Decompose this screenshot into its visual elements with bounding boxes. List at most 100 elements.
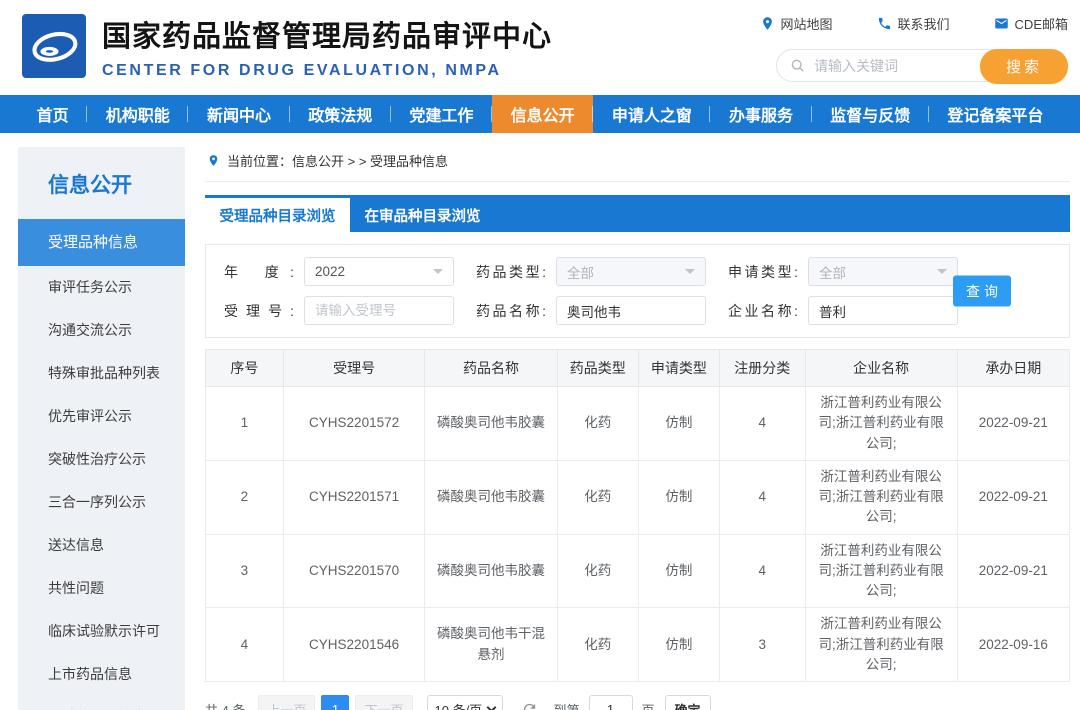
sidebar-item[interactable]: 送达信息 [18,524,185,567]
cell-index: 2 [206,460,284,534]
cell-accept-no: CYHS2201571 [283,460,425,534]
nav-item[interactable]: 新闻中心 [188,95,289,133]
sidebar-item[interactable]: 沟通交流公示 [18,309,185,352]
cell-apply-type: 仿制 [638,534,719,608]
nav-item[interactable]: 党建工作 [391,95,492,133]
confirm-button[interactable]: 确定 [665,695,711,710]
cell-reg-class: 4 [720,387,806,461]
tab[interactable]: 在审品种目录浏览 [350,198,495,232]
site-title: 国家药品监督管理局药品审评中心 [102,13,552,55]
contact-link[interactable]: 联系我们 [877,14,950,33]
site-subtitle: CENTER FOR DRUG EVALUATION, NMPA [102,62,552,80]
refresh-button[interactable] [521,701,538,710]
nav-item[interactable]: 办事服务 [710,95,811,133]
cell-accept-no: CYHS2201546 [283,608,425,682]
table-row[interactable]: 3 CYHS2201570 磷酸奥司他韦胶囊 化药 仿制 4 浙江普利药业有限公… [206,534,1070,608]
cell-company: 浙江普利药业有限公司;浙江普利药业有限公司; [805,460,957,534]
next-page-button[interactable]: 下一页 [355,695,412,710]
cell-accept-no: CYHS2201570 [283,534,425,608]
cell-drug-name: 磷酸奥司他韦胶囊 [425,534,557,608]
table-row[interactable]: 2 CYHS2201571 磷酸奥司他韦胶囊 化药 仿制 4 浙江普利药业有限公… [206,460,1070,534]
nav-item[interactable]: 首页 [18,95,87,133]
chevron-down-icon [433,269,443,279]
cell-drug-type: 化药 [557,387,638,461]
sidebar-item[interactable]: 共性问题 [18,567,185,610]
cell-drug-type: 化药 [557,460,638,534]
sidebar-item[interactable]: 特殊审批品种列表 [18,352,185,395]
site-title-block: 国家药品监督管理局药品审评中心 CENTER FOR DRUG EVALUATI… [102,13,552,80]
sidebar-item[interactable]: 原辅包登记信息 [18,696,185,710]
cell-drug-name: 磷酸奥司他韦干混悬剂 [425,608,557,682]
nav-item[interactable]: 机构职能 [87,95,188,133]
table-body: 1 CYHS2201572 磷酸奥司他韦胶囊 化药 仿制 4 浙江普利药业有限公… [206,387,1070,682]
cell-accept-no: CYHS2201572 [283,387,425,461]
content-area: 信息公开 受理品种信息 审评任务公示 沟通交流公示 特殊审批品种列表 优先审评公… [0,133,1080,710]
drug-type-filter: 药品类型: 全部 [476,257,706,286]
chevron-down-icon [685,269,695,279]
site-header: 国家药品监督管理局药品审评中心 CENTER FOR DRUG EVALUATI… [0,0,1080,95]
sidebar-item[interactable]: 审评任务公示 [18,266,185,309]
prev-page-button[interactable]: 上一页 [258,695,315,710]
sidebar-item[interactable]: 临床试验默示许可 [18,610,185,653]
accept-no-filter: 受理号: [224,296,454,325]
cell-apply-type: 仿制 [638,608,719,682]
column-header: 药品类型 [557,350,638,387]
goto-page-input[interactable] [589,695,633,710]
nav-item[interactable]: 信息公开 [492,95,593,133]
sitemap-link[interactable]: 网站地图 [760,14,833,33]
main-panel: 当前位置：信息公开 > > 受理品种信息 受理品种目录浏览 在审品种目录浏览 年… [205,147,1070,710]
tab-bar: 受理品种目录浏览 在审品种目录浏览 [205,195,1070,232]
nav-item[interactable]: 监督与反馈 [812,95,929,133]
filter-row-2: 受理号: 药品名称: 企业名称: [224,296,1069,325]
drug-type-select[interactable]: 全部 [556,257,706,286]
page-number-button[interactable]: 1 [321,695,349,710]
sidebar-item[interactable]: 突破性治疗公示 [18,438,185,481]
sidebar-item[interactable]: 优先审评公示 [18,395,185,438]
goto-prefix: 到第 [554,700,580,710]
mailbox-link[interactable]: CDE邮箱 [994,14,1068,33]
cell-company: 浙江普利药业有限公司;浙江普利药业有限公司; [805,387,957,461]
search-icon [790,58,806,74]
location-pin-icon [760,16,775,31]
drug-type-label: 药品类型: [476,262,546,282]
nav-item[interactable]: 政策法规 [290,95,391,133]
header-row: 序号受理号药品名称药品类型申请类型注册分类企业名称承办日期 [206,350,1070,387]
table-row[interactable]: 1 CYHS2201572 磷酸奥司他韦胶囊 化药 仿制 4 浙江普利药业有限公… [206,387,1070,461]
cell-date: 2022-09-21 [957,460,1069,534]
mail-icon [994,16,1009,31]
sidebar-item[interactable]: 上市药品信息 [18,653,185,696]
page-size-select[interactable]: 10 条/页 [427,695,503,710]
cell-drug-name: 磷酸奥司他韦胶囊 [425,460,557,534]
cde-logo [22,14,86,78]
cell-index: 3 [206,534,284,608]
column-header: 注册分类 [720,350,806,387]
sidebar-item[interactable]: 受理品种信息 [18,219,185,266]
drug-type-value: 全部 [567,262,594,282]
accept-no-input[interactable] [304,296,454,325]
refresh-icon [521,701,538,710]
company-filter: 企业名称: [728,296,958,325]
chevron-down-icon [937,269,947,279]
drug-name-filter: 药品名称: [476,296,706,325]
sidebar-title: 信息公开 [18,147,185,219]
query-button[interactable]: 查询 [953,276,1011,307]
cell-date: 2022-09-16 [957,608,1069,682]
column-header: 受理号 [283,350,425,387]
apply-type-select[interactable]: 全部 [808,257,958,286]
search-button[interactable]: 搜索 [980,49,1068,84]
sidebar: 信息公开 受理品种信息 审评任务公示 沟通交流公示 特殊审批品种列表 优先审评公… [18,147,185,710]
table-row[interactable]: 4 CYHS2201546 磷酸奥司他韦干混悬剂 化药 仿制 3 浙江普利药业有… [206,608,1070,682]
tab[interactable]: 受理品种目录浏览 [205,198,350,232]
column-header: 药品名称 [425,350,557,387]
year-select[interactable]: 2022 [304,257,454,286]
sidebar-item[interactable]: 三合一序列公示 [18,481,185,524]
goto-suffix: 页 [642,700,655,710]
nav-item[interactable]: 申请人之窗 [593,95,710,133]
year-value: 2022 [315,264,345,279]
drug-name-input[interactable] [556,296,706,325]
year-filter: 年 度: 2022 [224,257,454,286]
nav-item[interactable]: 登记备案平台 [929,95,1062,133]
company-input[interactable] [808,296,958,325]
chevron-down-icon [486,702,496,710]
cell-date: 2022-09-21 [957,534,1069,608]
